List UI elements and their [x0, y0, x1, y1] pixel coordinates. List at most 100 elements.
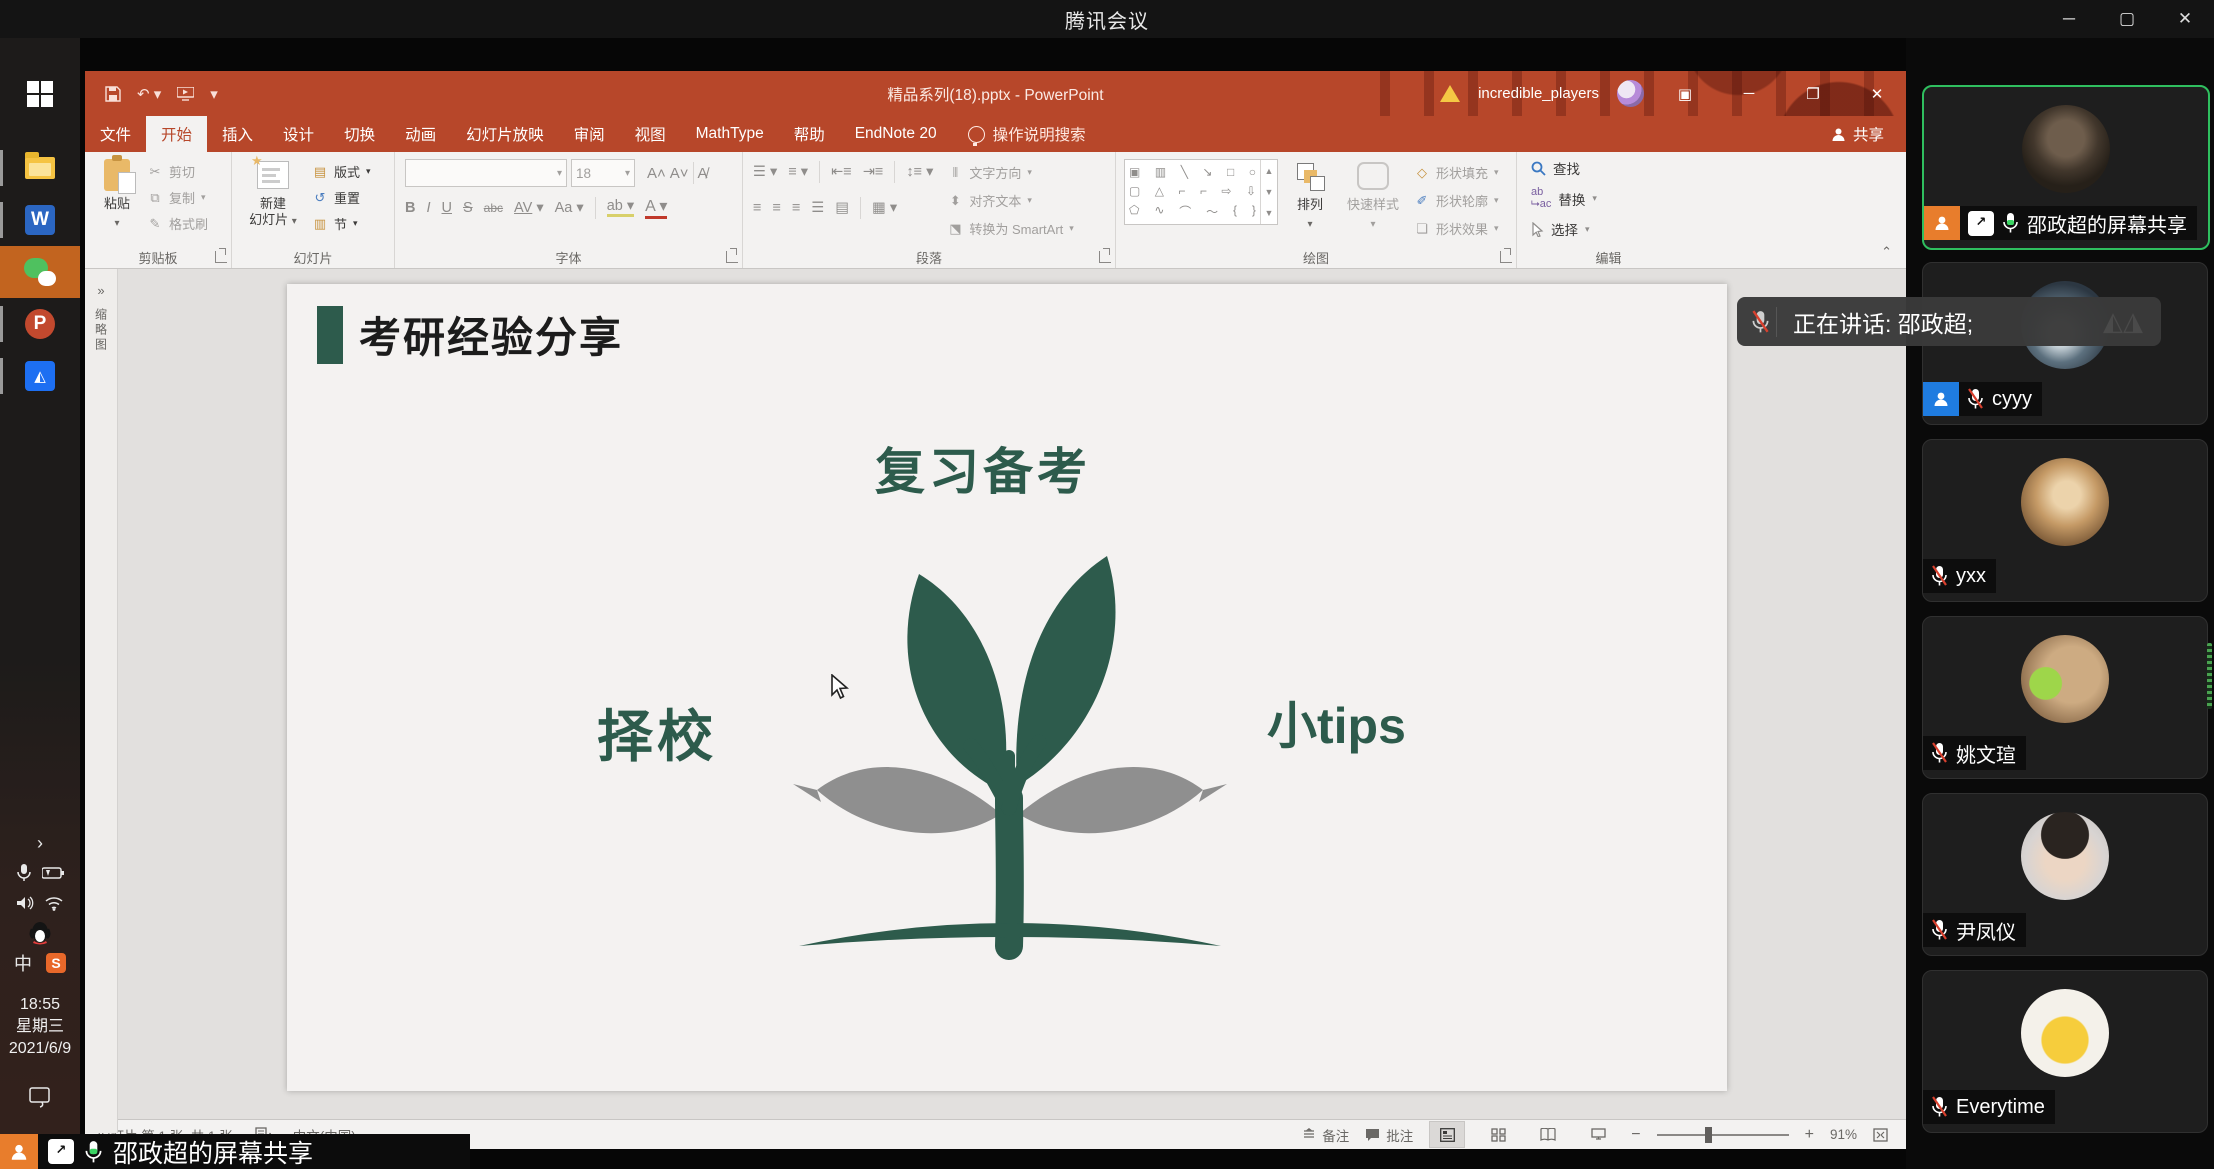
numbering-icon[interactable]: ≡ ▾ — [788, 164, 808, 180]
taskbar-clock[interactable]: 18:55 星期三 2021/6/9 — [9, 994, 71, 1060]
tab-view[interactable]: 视图 — [620, 116, 681, 152]
section-button[interactable]: ▥节 ▾ — [312, 214, 371, 233]
drawing-dialog-launcher[interactable] — [1500, 251, 1512, 263]
text-direction-button[interactable]: ⫴文字方向 ▾ — [947, 163, 1073, 182]
normal-view-button[interactable] — [1429, 1121, 1465, 1148]
ppt-close-button[interactable]: ✕ — [1854, 71, 1900, 116]
zoom-in-button[interactable]: + — [1805, 1126, 1814, 1144]
participant-tile-shao[interactable]: ↗ 邵政超的屏幕共享 — [1922, 85, 2210, 250]
reset-button[interactable]: ↺重置 — [312, 188, 371, 207]
account-avatar[interactable] — [1617, 80, 1644, 107]
shape-effects-button[interactable]: ❏形状效果 ▾ — [1414, 219, 1499, 238]
panel-scrollbar[interactable] — [2207, 643, 2212, 709]
zoom-percentage[interactable]: 91% — [1830, 1127, 1857, 1142]
participant-tile-everytime[interactable]: Everytime — [1922, 970, 2208, 1133]
participant-tile-yinfengyi[interactable]: 尹凤仪 — [1922, 793, 2208, 956]
zoom-slider[interactable] — [1657, 1134, 1789, 1136]
taskbar-file-explorer[interactable] — [0, 142, 80, 194]
minimize-button[interactable]: ─ — [2040, 0, 2098, 38]
select-button[interactable]: 选择 ▾ — [1531, 219, 1700, 239]
tab-home[interactable]: 开始 — [146, 116, 207, 152]
slideshow-view-button[interactable] — [1581, 1122, 1615, 1147]
tab-design[interactable]: 设计 — [268, 116, 329, 152]
font-name-combo[interactable]: ▾ — [405, 159, 567, 187]
ppt-restore-button[interactable]: ❐ — [1790, 71, 1836, 116]
smartart-button[interactable]: ⬔转换为 SmartArt ▾ — [947, 219, 1073, 238]
bullets-icon[interactable]: ☰ ▾ — [753, 164, 777, 180]
qq-icon[interactable] — [29, 921, 51, 945]
zoom-out-button[interactable]: − — [1631, 1126, 1640, 1144]
tab-endnote[interactable]: EndNote 20 — [840, 116, 952, 152]
justify-icon[interactable]: ☰ — [811, 200, 824, 216]
sogou-icon[interactable]: S — [46, 953, 66, 973]
layout-button[interactable]: ▤版式 ▾ — [312, 162, 371, 181]
distribute-icon[interactable]: ▤ — [835, 200, 849, 216]
align-right-icon[interactable]: ≡ — [792, 200, 800, 216]
tab-animations[interactable]: 动画 — [390, 116, 451, 152]
font-size-combo[interactable]: 18▾ — [571, 159, 635, 187]
tab-slideshow[interactable]: 幻灯片放映 — [451, 116, 559, 152]
tab-file[interactable]: 文件 — [85, 116, 146, 152]
shapes-scroll[interactable]: ▲▼▼ — [1260, 160, 1277, 224]
align-center-icon[interactable]: ≡ — [772, 200, 780, 216]
collapse-ribbon-icon[interactable]: ⌃ — [1881, 244, 1892, 260]
align-left-icon[interactable]: ≡ — [753, 200, 761, 216]
arrange-button[interactable]: 排列▾ — [1288, 159, 1332, 238]
thumbnail-pane-collapsed[interactable]: » 缩略图 — [85, 269, 118, 1133]
columns-icon[interactable]: ▦ ▾ — [872, 200, 897, 216]
qat-customize-icon[interactable]: ▾ — [210, 85, 218, 103]
format-painter-button[interactable]: ✎格式刷 — [147, 214, 208, 233]
warning-icon[interactable] — [1440, 85, 1460, 102]
slide-sorter-view-button[interactable] — [1481, 1122, 1515, 1147]
shape-fill-button[interactable]: ◇形状填充 ▾ — [1414, 163, 1499, 182]
taskbar-wechat[interactable] — [0, 246, 80, 298]
tab-help[interactable]: 帮助 — [779, 116, 840, 152]
taskbar-tencent-meeting[interactable]: ◭ — [0, 350, 80, 402]
slide-canvas[interactable]: 考研经验分享 复习备考 择校 小tips — [287, 284, 1727, 1091]
ribbon-display-options-icon[interactable]: ▣ — [1662, 71, 1708, 116]
tell-me-search[interactable]: 操作说明搜索 — [952, 116, 1102, 152]
increase-indent-icon[interactable]: ⇥≡ — [863, 164, 884, 180]
action-center-icon[interactable] — [28, 1086, 52, 1108]
clear-formatting-icon[interactable]: A̸ — [698, 165, 708, 182]
notes-button[interactable]: 备注 — [1302, 1125, 1349, 1145]
taskbar-word[interactable]: W — [0, 194, 80, 246]
close-button[interactable]: ✕ — [2156, 0, 2214, 38]
copy-button[interactable]: ⧉复制 ▾ — [147, 188, 208, 207]
slideshow-icon[interactable] — [177, 87, 194, 101]
grow-font-icon[interactable]: A˄ — [647, 165, 666, 182]
tab-mathtype[interactable]: MathType — [681, 116, 779, 152]
save-icon[interactable] — [105, 86, 121, 102]
speaker-icon[interactable] — [16, 895, 34, 911]
strikethrough-button[interactable]: S — [463, 200, 473, 216]
expand-thumbnails-icon[interactable]: » — [97, 283, 104, 298]
quick-styles-button[interactable]: 快速样式▾ — [1342, 159, 1404, 238]
text-shadow-button[interactable]: abc — [484, 201, 503, 215]
zoom-slider-handle[interactable] — [1705, 1127, 1712, 1143]
find-button[interactable]: 查找 — [1531, 158, 1700, 178]
undo-icon[interactable]: ↶ ▾ — [137, 85, 161, 103]
fit-to-window-icon[interactable] — [1873, 1128, 1888, 1142]
line-spacing-icon[interactable]: ↕≡ ▾ — [906, 164, 933, 180]
ime-indicator[interactable]: 中 — [14, 950, 32, 976]
tray-expand[interactable]: › — [37, 828, 43, 858]
change-case-button[interactable]: Aa ▾ — [555, 200, 584, 216]
participant-tile-yaowenxuan[interactable]: 姚文瑄 — [1922, 616, 2208, 779]
tray-mic-icon[interactable] — [16, 863, 32, 883]
paste-button[interactable]: 粘贴▾ — [93, 158, 141, 246]
tab-review[interactable]: 审阅 — [559, 116, 620, 152]
ppt-minimize-button[interactable]: ─ — [1726, 71, 1772, 116]
start-button[interactable] — [0, 68, 80, 120]
taskbar-powerpoint[interactable]: P — [0, 298, 80, 350]
italic-button[interactable]: I — [426, 200, 430, 216]
shape-outline-button[interactable]: ✐形状轮廓 ▾ — [1414, 191, 1499, 210]
maximize-button[interactable]: ▢ — [2098, 0, 2156, 38]
font-dialog-launcher[interactable] — [726, 251, 738, 263]
highlight-color-button[interactable]: ab ▾ — [607, 198, 634, 217]
bold-button[interactable]: B — [405, 200, 415, 216]
cut-button[interactable]: ✂剪切 — [147, 162, 208, 181]
reading-view-button[interactable] — [1531, 1122, 1565, 1147]
tab-insert[interactable]: 插入 — [207, 116, 268, 152]
align-text-button[interactable]: ⬍对齐文本 ▾ — [947, 191, 1073, 210]
share-button[interactable]: 共享 — [1809, 116, 1906, 152]
